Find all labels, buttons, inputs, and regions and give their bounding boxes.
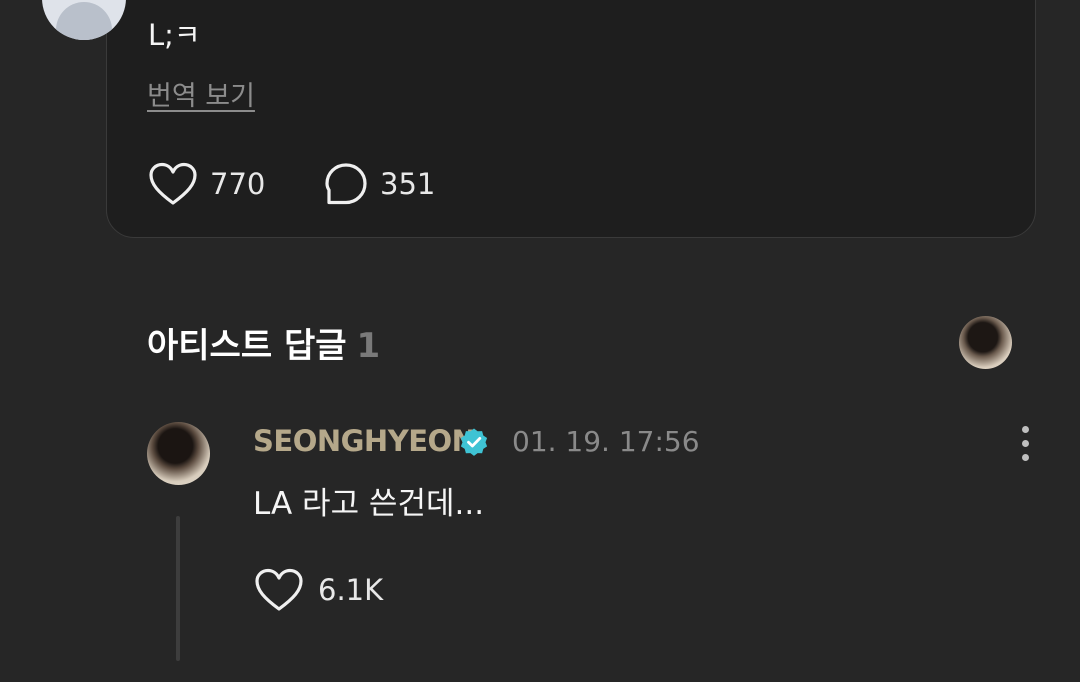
dot [1022,440,1029,447]
post-like-count: 770 [210,167,266,201]
post-comment-button[interactable]: 351 [324,162,435,206]
post-like-button[interactable]: 770 [148,162,265,206]
verified-badge-icon [460,428,488,456]
reply-text: LA 라고 쓴건데... [253,486,485,522]
page: L;ㅋ 번역 보기 770 351 아티스트 답글 1 SEONGHYEON 01… [0,0,1080,682]
dot [1022,454,1029,461]
artist-replies-label: 아티스트 답글 [147,326,347,366]
reply-like-button[interactable]: 6.1K [254,568,383,612]
translate-link[interactable]: 번역 보기 [147,74,255,113]
more-options-button[interactable] [1012,424,1040,464]
heart-outline-icon [255,568,303,611]
reply-author-name[interactable]: SEONGHYEON [253,424,476,458]
thread-line [176,516,180,661]
speech-bubble-icon [325,163,367,205]
artist-replies-title: 아티스트 답글 1 [147,318,380,367]
post-text: L;ㅋ [148,18,201,52]
artist-replies-count: 1 [356,326,381,366]
reply-timestamp: 01. 19. 17:56 [512,425,700,458]
reply-author-avatar[interactable] [147,422,210,485]
artist-avatar[interactable] [959,316,1012,369]
reply-like-count: 6.1K [318,573,384,607]
post-comment-count: 351 [380,167,436,201]
heart-outline-icon [149,162,197,205]
vertical-dots-icon [1022,426,1029,433]
avatar-body [56,2,112,40]
